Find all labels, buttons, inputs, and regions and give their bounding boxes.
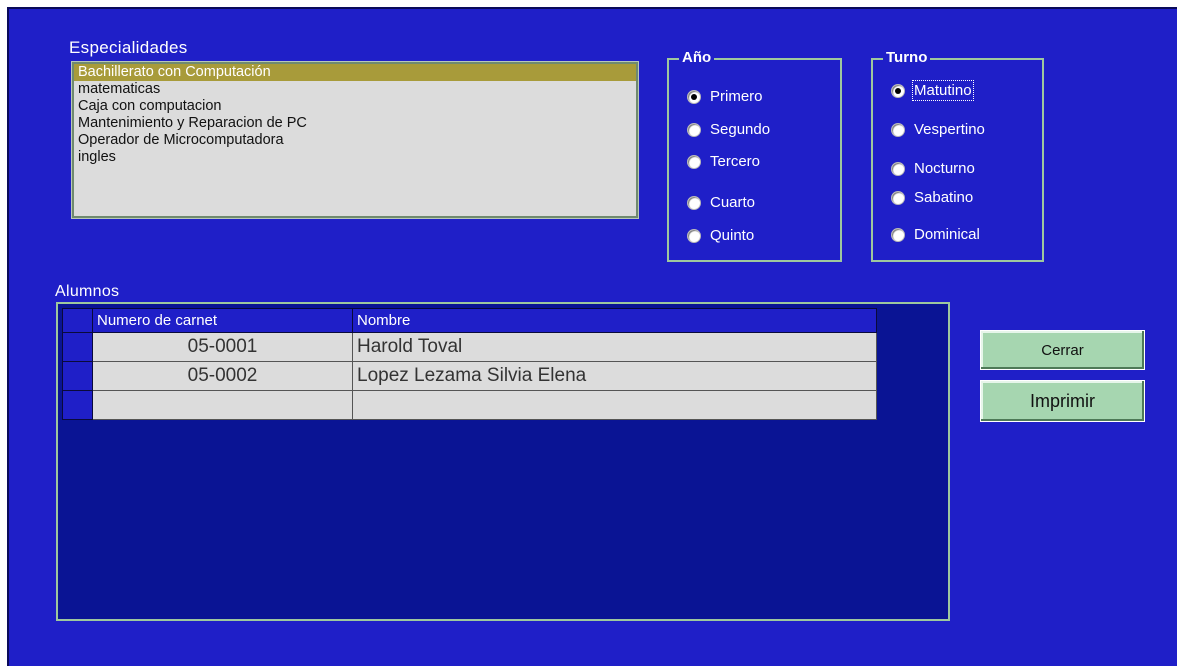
radio-icon[interactable] [687,154,701,169]
row-selector[interactable] [62,390,93,420]
alumnos-grid[interactable]: Numero de carnet Nombre 05-0001 Harold T… [56,302,950,621]
radio-label: Matutino [912,80,974,101]
imprimir-button[interactable]: Imprimir [980,380,1145,422]
cell-nombre[interactable]: Lopez Lezama Silvia Elena [352,361,877,391]
cerrar-button[interactable]: Cerrar [980,330,1145,370]
radio-cuarto[interactable]: Cuarto [687,194,755,211]
row-selector[interactable] [62,332,93,362]
alumnos-table: Numero de carnet Nombre 05-0001 Harold T… [62,308,877,420]
radio-icon[interactable] [891,122,905,137]
radio-vespertino[interactable]: Vespertino [891,121,985,138]
anio-title: Año [679,49,715,67]
cell-carnet[interactable] [92,390,353,420]
especialidades-listbox[interactable]: Bachillerato con Computación matematicas… [71,61,639,219]
turno-title: Turno [883,49,931,67]
radio-icon[interactable] [891,227,905,242]
radio-icon[interactable] [891,190,905,205]
row-selector[interactable] [62,361,93,391]
especialidades-caption: Especialidades [69,38,188,57]
table-header-row: Numero de carnet Nombre [62,308,877,333]
radio-dominical[interactable]: Dominical [891,226,980,243]
radio-label: Nocturno [914,160,975,177]
form-window: Especialidades Bachillerato con Computac… [7,7,1177,666]
turno-groupbox: Turno Matutino Vespertino Nocturno Sabat… [871,49,1044,262]
table-row[interactable]: 05-0001 Harold Toval [62,332,877,362]
table-row[interactable]: 05-0002 Lopez Lezama Silvia Elena [62,361,877,391]
radio-icon[interactable] [687,195,701,210]
list-item[interactable]: Bachillerato con Computación [74,64,636,81]
row-selector-header [62,308,93,333]
radio-nocturno[interactable]: Nocturno [891,160,975,177]
radio-checked-icon[interactable] [891,83,905,98]
radio-tercero[interactable]: Tercero [687,153,760,170]
column-header-nombre[interactable]: Nombre [352,308,877,333]
radio-checked-icon[interactable] [687,89,701,104]
radio-icon[interactable] [687,228,701,243]
radio-label: Vespertino [914,121,985,138]
radio-icon[interactable] [891,161,905,176]
list-item[interactable]: Caja con computacion [74,98,636,115]
list-item[interactable]: Mantenimiento y Reparacion de PC [74,115,636,132]
radio-label: Primero [710,88,763,105]
radio-label: Dominical [914,226,980,243]
list-item[interactable]: Operador de Microcomputadora [74,132,636,149]
radio-quinto[interactable]: Quinto [687,227,754,244]
anio-groupbox: Año Primero Segundo Tercero Cuarto Quint… [667,49,842,262]
cell-carnet[interactable]: 05-0002 [92,361,353,391]
table-row[interactable] [62,390,877,420]
alumnos-caption: Alumnos [55,283,120,300]
radio-label: Segundo [710,121,771,138]
radio-label: Sabatino [914,189,974,206]
radio-label: Quinto [710,227,755,244]
radio-sabatino[interactable]: Sabatino [891,189,973,206]
radio-primero[interactable]: Primero [687,88,763,105]
radio-label: Cuarto [710,194,756,211]
cell-nombre[interactable] [352,390,877,420]
cell-nombre[interactable]: Harold Toval [352,332,877,362]
list-item[interactable]: ingles [74,149,636,166]
cell-carnet[interactable]: 05-0001 [92,332,353,362]
radio-segundo[interactable]: Segundo [687,121,770,138]
radio-label: Tercero [710,153,761,170]
column-header-carnet[interactable]: Numero de carnet [92,308,353,333]
list-item[interactable]: matematicas [74,81,636,98]
radio-matutino[interactable]: Matutino [891,80,974,101]
radio-icon[interactable] [687,122,701,137]
